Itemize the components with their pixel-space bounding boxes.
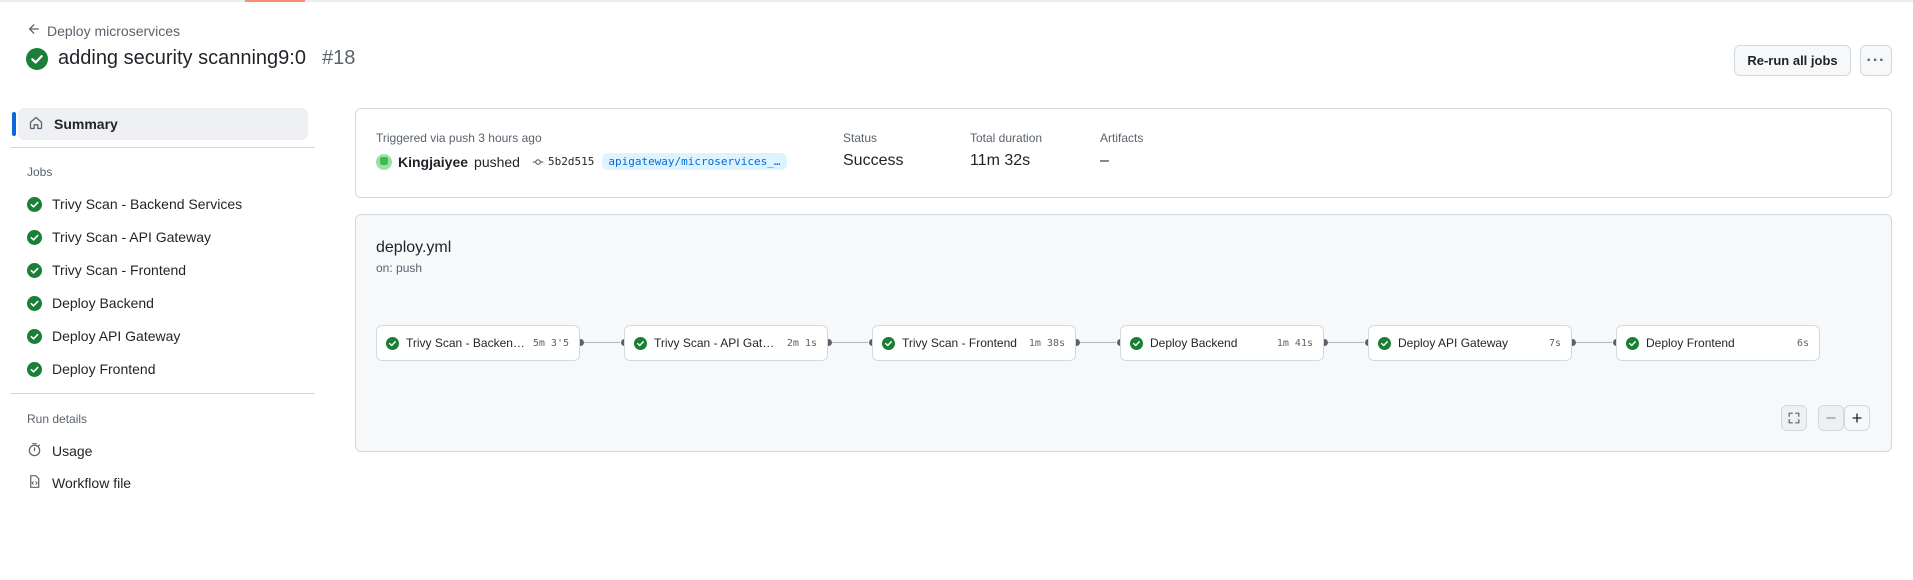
duration-value: 11m 32s	[970, 152, 1031, 169]
sidebar-item-usage[interactable]: Usage	[27, 442, 92, 460]
stopwatch-icon	[27, 442, 42, 460]
run-summary-card: Triggered via push 3 hours ago Kingjaiye…	[355, 108, 1892, 198]
job-connector	[580, 342, 620, 343]
pushed-word: pushed	[474, 153, 520, 170]
active-marker	[12, 112, 16, 136]
success-check-icon	[27, 328, 42, 344]
git-commit-icon	[532, 158, 544, 165]
job-label: Deploy Frontend	[52, 361, 156, 377]
sidebar-job-trivy-api-gateway[interactable]: Trivy Scan - API Gateway	[27, 229, 211, 245]
success-check-icon	[1626, 336, 1639, 350]
job-node-name: Deploy Backend	[1150, 336, 1238, 350]
success-check-icon	[27, 229, 42, 245]
sidebar-job-trivy-backend[interactable]: Trivy Scan - Backend Services	[27, 196, 242, 212]
job-connector	[1324, 342, 1364, 343]
job-label: Deploy Backend	[52, 295, 154, 311]
workflow-file-label: Workflow file	[52, 475, 132, 491]
success-check-icon	[27, 361, 42, 377]
back-link-label[interactable]: Deploy microservices	[47, 23, 180, 39]
job-node-name: Trivy Scan - Backend Ser…	[406, 336, 526, 350]
success-check-icon	[386, 336, 399, 350]
artifacts-label: Artifacts	[1100, 131, 1144, 145]
fullscreen-icon	[1788, 412, 1800, 424]
duration-label: Total duration	[970, 131, 1043, 145]
sidebar-divider	[10, 147, 315, 148]
sidebar-summary-label: Summary	[54, 116, 118, 132]
job-node-deploy-backend[interactable]: Deploy Backend 1m 41s	[1120, 325, 1324, 361]
run-details-heading: Run details	[27, 412, 88, 426]
fullscreen-button[interactable]	[1781, 405, 1807, 431]
sidebar-divider	[10, 393, 315, 394]
job-node-duration: 1m 41s	[1276, 337, 1313, 349]
success-check-icon	[26, 47, 48, 70]
job-label: Deploy API Gateway	[52, 328, 181, 344]
zoom-in-button[interactable]	[1844, 405, 1870, 431]
success-check-icon	[1130, 336, 1143, 350]
success-check-icon	[882, 336, 895, 350]
status-value: Success	[843, 152, 904, 169]
job-node-deploy-frontend[interactable]: Deploy Frontend 6s	[1616, 325, 1820, 361]
job-label: Trivy Scan - Frontend	[52, 262, 187, 278]
push-info: Kingjaiyee pushed 5b2d515 apigateway/mic…	[376, 153, 787, 170]
avatar[interactable]	[376, 153, 392, 170]
sidebar-job-trivy-frontend[interactable]: Trivy Scan - Frontend	[27, 262, 186, 278]
top-progress-strip	[0, 0, 1913, 2]
workflow-graph: deploy.yml on: push Trivy Scan - Backend…	[355, 214, 1892, 452]
triggered-text: Triggered via push 3 hours ago	[376, 131, 542, 145]
success-check-icon	[27, 295, 42, 311]
jobs-heading: Jobs	[27, 165, 53, 179]
minus-icon	[1826, 417, 1836, 419]
success-check-icon	[634, 336, 647, 350]
job-node-duration: 7s	[1548, 337, 1561, 349]
job-node-duration: 6s	[1796, 337, 1809, 349]
file-code-icon	[27, 474, 42, 492]
job-node-trivy-backend[interactable]: Trivy Scan - Backend Ser… 5m 3'5	[376, 325, 580, 361]
job-node-name: Trivy Scan - API Gateway	[654, 336, 780, 350]
commit-link[interactable]: 5b2d515	[532, 155, 594, 168]
job-label: Trivy Scan - Backend Services	[52, 196, 243, 212]
sidebar-item-workflow-file[interactable]: Workflow file	[27, 474, 131, 492]
back-to-workflow-link[interactable]: Deploy microservices	[27, 22, 180, 39]
job-node-deploy-api-gateway[interactable]: Deploy API Gateway 7s	[1368, 325, 1572, 361]
success-check-icon	[1378, 336, 1391, 350]
user-link[interactable]: Kingjaiyee	[398, 154, 468, 170]
home-icon	[28, 115, 44, 134]
job-node-duration: 5m 3'5	[532, 337, 569, 349]
plus-icon	[1852, 413, 1862, 423]
page-title: adding security scanning9:0	[58, 47, 306, 69]
success-check-icon	[27, 196, 42, 212]
more-options-button[interactable]: ···	[1860, 45, 1892, 76]
workflow-file-name: deploy.yml	[376, 239, 452, 256]
job-node-name: Deploy Frontend	[1646, 336, 1735, 350]
sidebar-job-deploy-frontend[interactable]: Deploy Frontend	[27, 361, 156, 377]
run-title-row: adding security scanning9:0 #18	[26, 47, 355, 70]
run-number: #18	[321, 47, 356, 69]
workflow-trigger: on: push	[376, 261, 423, 275]
job-node-duration: 1m 38s	[1028, 337, 1065, 349]
job-node-duration: 2m 1s	[786, 337, 817, 349]
job-connector	[1076, 342, 1116, 343]
usage-label: Usage	[52, 443, 93, 459]
artifacts-value: –	[1100, 152, 1109, 169]
job-node-name: Deploy API Gateway	[1398, 336, 1509, 350]
arrow-left-icon	[27, 22, 41, 39]
rerun-all-jobs-button[interactable]: Re-run all jobs	[1734, 45, 1851, 76]
sidebar-job-deploy-api-gateway[interactable]: Deploy API Gateway	[27, 328, 180, 344]
success-check-icon	[27, 262, 42, 278]
job-node-trivy-api-gateway[interactable]: Trivy Scan - API Gateway 2m 1s	[624, 325, 828, 361]
sidebar-job-deploy-backend[interactable]: Deploy Backend	[27, 295, 154, 311]
job-connector	[828, 342, 868, 343]
job-node-name: Trivy Scan - Frontend	[902, 336, 1017, 350]
job-label: Trivy Scan - API Gateway	[52, 229, 211, 245]
status-label: Status	[843, 131, 878, 145]
branch-badge[interactable]: apigateway/microservices_…	[602, 153, 787, 170]
commit-sha: 5b2d515	[547, 155, 595, 168]
sidebar-item-summary[interactable]: Summary	[12, 108, 308, 140]
zoom-out-button[interactable]	[1818, 405, 1844, 431]
top-progress-accent	[245, 0, 305, 2]
job-connector	[1572, 342, 1612, 343]
job-node-trivy-frontend[interactable]: Trivy Scan - Frontend 1m 38s	[872, 325, 1076, 361]
